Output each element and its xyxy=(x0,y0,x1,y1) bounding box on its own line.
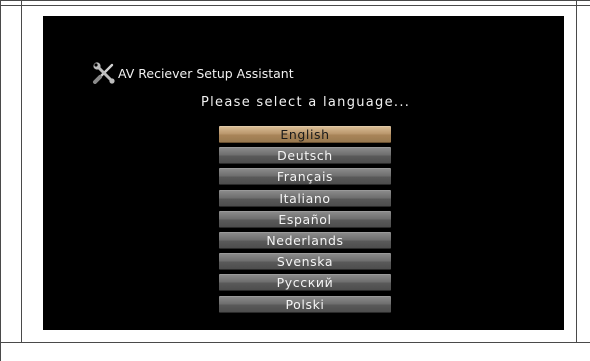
language-option-fran-ais[interactable]: Français xyxy=(219,168,391,185)
language-option-espa-ol[interactable]: Español xyxy=(219,211,391,228)
frame-border-top xyxy=(0,0,590,1)
language-prompt: Please select a language... xyxy=(201,95,411,110)
frame-border-left xyxy=(0,0,1,361)
tools-icon xyxy=(92,62,118,84)
language-option-svenska[interactable]: Svenska xyxy=(219,253,391,270)
dialog-header: AV Reciever Setup Assistant xyxy=(92,62,294,84)
frame-rule-top xyxy=(0,5,590,6)
language-option-nederlands[interactable]: Nederlands xyxy=(219,232,391,249)
frame-divider-left xyxy=(21,0,22,343)
language-option-italiano[interactable]: Italiano xyxy=(219,190,391,207)
language-option-polski[interactable]: Polski xyxy=(219,296,391,313)
language-option-english[interactable]: English xyxy=(219,126,391,143)
frame-rule-bottom xyxy=(0,342,590,343)
frame-divider-right xyxy=(576,0,577,343)
language-option-русский[interactable]: Русский xyxy=(219,274,391,291)
dialog-title: AV Reciever Setup Assistant xyxy=(118,65,294,81)
language-option-deutsch[interactable]: Deutsch xyxy=(219,147,391,164)
